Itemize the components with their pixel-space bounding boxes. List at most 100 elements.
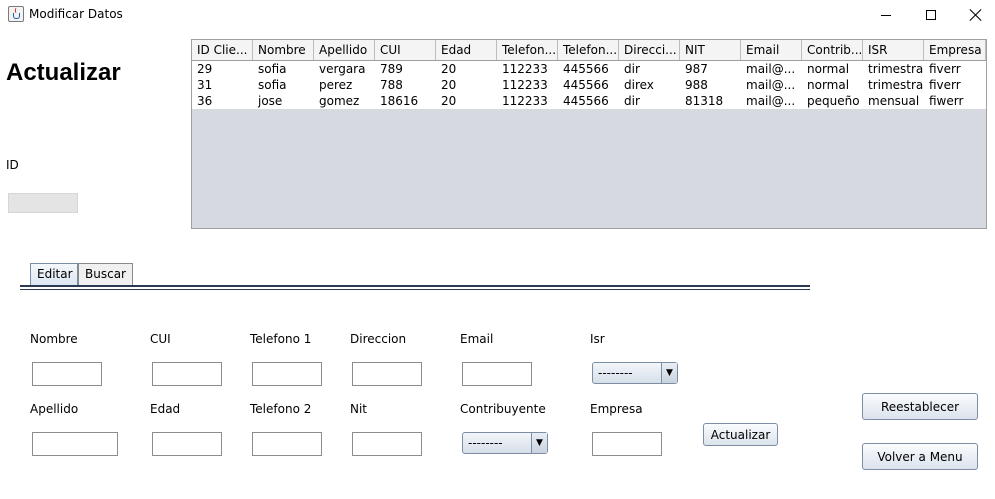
maximize-icon: [926, 10, 936, 20]
table-cell: pequeño: [807, 94, 860, 108]
table-cell: fiverr: [929, 78, 961, 92]
clients-table[interactable]: ID Clie... Nombre Apellido CUI Edad Telefon..…: [191, 39, 987, 229]
volver-menu-button[interactable]: Volver a Menu: [862, 443, 978, 470]
table-column-header[interactable]: Apellido: [314, 40, 375, 60]
table-cell: sofia: [258, 62, 287, 76]
table-header: ID Clie... Nombre Apellido CUI Edad Telefon..…: [192, 40, 986, 61]
direccion-field[interactable]: [352, 362, 422, 386]
table-cell: 81318: [685, 94, 724, 108]
table-cell: 789: [380, 62, 403, 76]
email-field[interactable]: [462, 362, 532, 386]
empresa-label: Empresa: [590, 402, 643, 416]
table-column-header[interactable]: Edad: [436, 40, 497, 60]
cui-field[interactable]: [152, 362, 222, 386]
table-column-header[interactable]: NIT: [680, 40, 741, 60]
table-column-header[interactable]: Direcci...: [619, 40, 680, 60]
table-cell: perez: [319, 78, 353, 92]
table-column-header[interactable]: ID Clie...: [192, 40, 253, 60]
page-heading: Actualizar: [6, 59, 121, 86]
table-cell: jose: [258, 94, 283, 108]
table-cell: 445566: [563, 62, 609, 76]
direccion-label: Direccion: [350, 332, 407, 346]
nit-field[interactable]: [352, 432, 422, 456]
maximize-button[interactable]: [908, 0, 954, 30]
minimize-button[interactable]: [863, 0, 909, 30]
table-cell: trimestral: [868, 62, 924, 76]
nombre-label: Nombre: [30, 332, 78, 346]
table-column-header[interactable]: CUI: [375, 40, 436, 60]
table-cell: dir: [624, 62, 640, 76]
close-icon: [970, 9, 982, 21]
edad-field[interactable]: [152, 432, 222, 456]
email-label: Email: [460, 332, 494, 346]
table-cell: dir: [624, 94, 640, 108]
window-title: Modificar Datos: [29, 7, 123, 21]
minimize-icon: [881, 14, 891, 16]
table-cell: normal: [807, 78, 850, 92]
telefono1-label: Telefono 1: [250, 332, 312, 346]
table-column-header[interactable]: Contrib...: [802, 40, 863, 60]
table-cell: 29: [197, 62, 213, 76]
tab-separator: [20, 285, 810, 290]
table-cell: 18616: [380, 94, 419, 108]
isr-label: Isr: [590, 332, 605, 346]
apellido-field[interactable]: [32, 432, 118, 456]
table-column-header[interactable]: Nombre: [253, 40, 314, 60]
table-cell: 788: [380, 78, 403, 92]
tab-buscar[interactable]: Buscar: [78, 263, 133, 286]
table-cell: 112233: [502, 78, 548, 92]
table-body: 29 sofia vergara 789 20 112233 445566 dir 987 mai…: [192, 61, 986, 109]
nombre-field[interactable]: [32, 362, 102, 386]
table-cell: 445566: [563, 78, 609, 92]
reestablecer-button[interactable]: Reestablecer: [862, 393, 978, 420]
table-column-header[interactable]: Telefon...: [558, 40, 619, 60]
empresa-field[interactable]: [592, 432, 662, 456]
close-button[interactable]: [953, 0, 995, 30]
table-cell: mail@...: [746, 62, 796, 76]
id-label: ID: [6, 158, 19, 172]
table-cell: vergara: [319, 62, 366, 76]
table-row[interactable]: 31 sofia perez 788 20 112233 445566 direx 988 mai…: [192, 77, 986, 93]
table-cell: gomez: [319, 94, 360, 108]
table-cell: 20: [441, 94, 457, 108]
table-column-header[interactable]: Email: [741, 40, 802, 60]
telefono2-field[interactable]: [252, 432, 322, 456]
table-cell: 112233: [502, 62, 548, 76]
table-cell: 31: [197, 78, 213, 92]
nit-label: Nit: [350, 402, 368, 416]
telefono1-field[interactable]: [252, 362, 322, 386]
chevron-down-icon: ▼: [531, 433, 547, 453]
table-cell: 445566: [563, 94, 609, 108]
table-cell: 36: [197, 94, 213, 108]
actualizar-button[interactable]: Actualizar: [703, 423, 778, 446]
table-column-header[interactable]: Empresa: [924, 40, 986, 60]
table-column-header[interactable]: Telefon...: [497, 40, 558, 60]
contribuyente-select-value: --------: [468, 436, 503, 450]
table-cell: direx: [624, 78, 654, 92]
table-cell: normal: [807, 62, 850, 76]
edad-label: Edad: [150, 402, 181, 416]
title-bar: Modificar Datos: [0, 0, 995, 30]
id-field[interactable]: [8, 193, 78, 213]
java-app-icon: [8, 6, 24, 22]
table-row[interactable]: 29 sofia vergara 789 20 112233 445566 dir 987 mai…: [192, 61, 986, 77]
table-cell: mensual: [868, 94, 920, 108]
table-cell: 987: [685, 62, 708, 76]
table-cell: 20: [441, 78, 457, 92]
table-column-header[interactable]: ISR: [863, 40, 924, 60]
table-cell: fiwerr: [929, 94, 964, 108]
table-row[interactable]: 36 jose gomez 18616 20 112233 445566 dir 81318 ma…: [192, 93, 986, 109]
telefono2-label: Telefono 2: [250, 402, 312, 416]
apellido-label: Apellido: [30, 402, 79, 416]
table-cell: 988: [685, 78, 708, 92]
contribuyente-select[interactable]: -------- ▼: [462, 432, 548, 454]
isr-select-value: --------: [598, 366, 633, 380]
table-cell: trimestral: [868, 78, 924, 92]
isr-select[interactable]: -------- ▼: [592, 362, 678, 384]
table-cell: mail@...: [746, 94, 796, 108]
table-cell: mail@...: [746, 78, 796, 92]
table-cell: fiverr: [929, 62, 961, 76]
table-cell: 20: [441, 62, 457, 76]
tab-editar[interactable]: Editar: [30, 263, 78, 286]
chevron-down-icon: ▼: [661, 363, 677, 383]
